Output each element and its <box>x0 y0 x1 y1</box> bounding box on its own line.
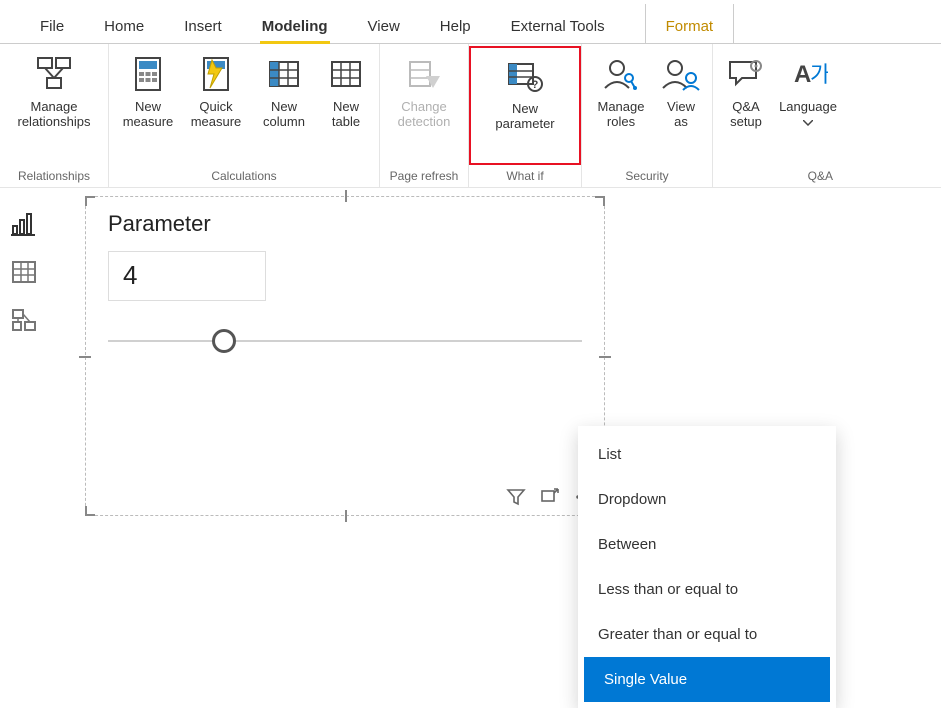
resize-handle[interactable] <box>85 196 95 206</box>
calculator-icon <box>128 54 168 94</box>
group-security: Manage roles View as Security <box>582 44 713 187</box>
group-relationships-label: Relationships <box>8 165 100 187</box>
new-column-icon <box>264 54 304 94</box>
quick-measure-icon <box>196 54 236 94</box>
ribbon: Manage relationships Relationships New m… <box>0 44 941 188</box>
resize-handle[interactable] <box>79 356 91 358</box>
slicer-type-menu: ListDropdownBetweenLess than or equal to… <box>578 426 836 708</box>
slider-thumb[interactable] <box>212 329 236 353</box>
manage-relationships-label: Manage relationships <box>10 100 98 130</box>
group-security-label: Security <box>590 165 704 187</box>
tab-format[interactable]: Format <box>645 4 735 43</box>
new-measure-button[interactable]: New measure <box>117 50 179 130</box>
quick-measure-label: Quick measure <box>187 100 245 130</box>
slicer-type-option[interactable]: List <box>578 432 836 477</box>
focus-mode-icon[interactable] <box>540 487 560 507</box>
language-button[interactable]: A가 Language <box>777 50 839 130</box>
manage-roles-icon <box>601 54 641 94</box>
new-table-icon <box>326 54 366 94</box>
change-detection-button: Change detection <box>388 50 460 130</box>
slicer-type-option[interactable]: Greater than or equal to <box>578 612 836 657</box>
view-switcher <box>0 196 48 332</box>
group-page-refresh: Change detection Page refresh <box>380 44 469 187</box>
change-detection-icon <box>404 54 444 94</box>
svg-text:A: A <box>794 61 811 88</box>
new-measure-label: New measure <box>119 100 177 130</box>
model-view-icon[interactable] <box>11 308 37 332</box>
slicer-type-option[interactable]: Single Value <box>584 657 830 702</box>
report-view-icon[interactable] <box>11 212 37 236</box>
slicer-type-option[interactable]: Between <box>578 522 836 567</box>
change-detection-label: Change detection <box>390 100 458 130</box>
tab-home[interactable]: Home <box>84 4 164 43</box>
parameter-slider[interactable] <box>108 329 582 353</box>
resize-handle[interactable] <box>345 510 347 522</box>
parameter-visual[interactable]: Parameter 4 <box>85 196 605 516</box>
view-as-icon <box>661 54 701 94</box>
resize-handle[interactable] <box>345 190 347 202</box>
slider-track <box>108 340 582 342</box>
slicer-type-option[interactable]: Less than or equal to <box>578 567 836 612</box>
group-qa: Q&A setup A가 Language Q&A <box>713 44 847 187</box>
resize-handle[interactable] <box>599 356 611 358</box>
group-calculations: New measure Quick measure New column New… <box>109 44 380 187</box>
tab-insert[interactable]: Insert <box>164 4 242 43</box>
report-canvas[interactable]: Parameter 4 ListDropdownBetweenLess than… <box>85 196 941 591</box>
new-column-button[interactable]: New column <box>253 50 315 130</box>
resize-handle[interactable] <box>85 506 95 516</box>
parameter-value-input[interactable]: 4 <box>108 251 266 301</box>
svg-text:가: 가 <box>810 62 828 87</box>
manage-roles-label: Manage roles <box>592 100 650 130</box>
slicer-type-option[interactable]: Dropdown <box>578 477 836 522</box>
qa-setup-button[interactable]: Q&A setup <box>721 50 771 130</box>
new-parameter-icon: ? <box>505 56 545 96</box>
tab-external-tools[interactable]: External Tools <box>491 4 625 43</box>
new-column-label: New column <box>255 100 313 130</box>
data-view-icon[interactable] <box>11 260 37 284</box>
group-what-if: ? New parameter What if <box>469 44 582 187</box>
svg-text:?: ? <box>532 79 539 91</box>
ribbon-tabs: File Home Insert Modeling View Help Exte… <box>0 0 941 44</box>
new-table-label: New table <box>323 100 369 130</box>
tab-file[interactable]: File <box>20 4 84 43</box>
language-label: Language <box>779 100 837 130</box>
view-as-button[interactable]: View as <box>658 50 704 130</box>
group-relationships: Manage relationships Relationships <box>0 44 109 187</box>
manage-roles-button[interactable]: Manage roles <box>590 50 652 130</box>
relationships-icon <box>34 54 74 94</box>
qa-setup-icon <box>726 54 766 94</box>
group-what-if-label: What if <box>469 165 581 187</box>
tab-help[interactable]: Help <box>420 4 491 43</box>
resize-handle[interactable] <box>595 196 605 206</box>
quick-measure-button[interactable]: Quick measure <box>185 50 247 130</box>
view-as-label: View as <box>660 100 702 130</box>
manage-relationships-button[interactable]: Manage relationships <box>8 50 100 130</box>
new-table-button[interactable]: New table <box>321 50 371 130</box>
language-icon: A가 <box>788 54 828 94</box>
filter-icon[interactable] <box>506 487 526 507</box>
visual-title: Parameter <box>86 197 604 241</box>
tab-modeling[interactable]: Modeling <box>242 4 348 43</box>
new-parameter-label: New parameter <box>481 102 569 132</box>
new-parameter-button[interactable]: ? New parameter <box>479 52 571 132</box>
group-page-refresh-label: Page refresh <box>388 165 460 187</box>
qa-setup-label: Q&A setup <box>723 100 769 130</box>
group-calculations-label: Calculations <box>117 165 371 187</box>
tab-view[interactable]: View <box>348 4 420 43</box>
group-qa-label: Q&A <box>721 165 839 187</box>
